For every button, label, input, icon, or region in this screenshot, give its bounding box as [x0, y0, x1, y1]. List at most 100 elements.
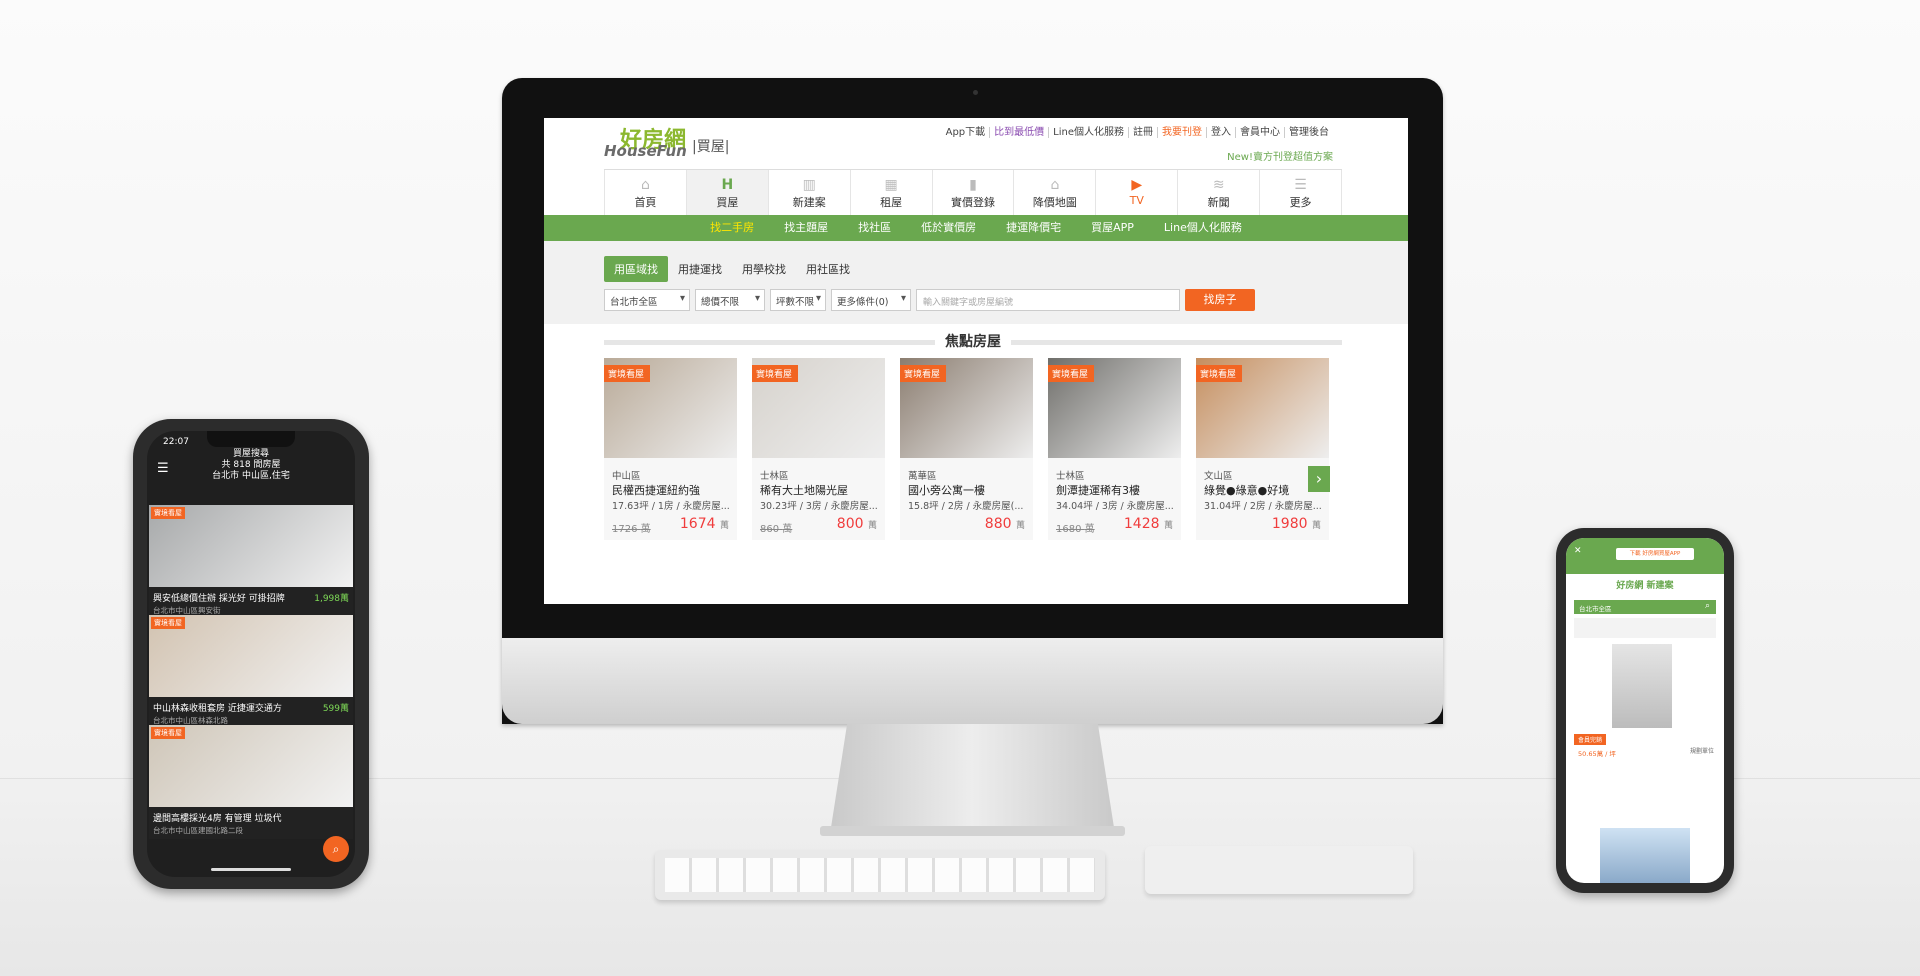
search-title: 買屋搜尋 — [232, 449, 269, 459]
house-photo[interactable]: 實境看屋 — [1196, 358, 1329, 458]
link-register[interactable]: 註冊 — [1128, 127, 1157, 138]
mobile-search-bar[interactable]: 台北市全區 ⌕ — [1574, 600, 1716, 614]
link-post-listing[interactable]: 我要刊登 — [1157, 127, 1206, 138]
listing-address: 台北市中山區建國北路二段 — [153, 826, 243, 835]
subnav-mrt-drop[interactable]: 捷運降價宅 — [1006, 215, 1061, 241]
search-header: 買屋搜尋 共 818 間房屋 台北市 中山區,住宅 — [147, 449, 355, 493]
card-title[interactable]: 國小旁公寓一樓 — [908, 482, 985, 498]
card-old-price: 1726 萬 — [612, 524, 651, 535]
next-arrow-icon[interactable]: › — [1308, 466, 1330, 492]
house-card[interactable]: 實境看屋 士林區 劍潭捷運稀有3樓 34.04坪 / 3房 / 永慶房屋... … — [1048, 358, 1181, 540]
nav-label: 新聞 — [1207, 196, 1230, 209]
keyword-input[interactable]: 輸入關鍵字或房屋編號 — [916, 289, 1180, 311]
tab-by-community[interactable]: 用社區找 — [796, 256, 860, 282]
focus-cards: 實境看屋 中山區 民權西捷運紐約強 17.63坪 / 1房 / 永慶房屋... … — [604, 358, 1329, 540]
card-price: 1674 萬 — [679, 516, 729, 532]
link-admin[interactable]: 管理後台 — [1284, 127, 1333, 138]
tab-by-school[interactable]: 用學校找 — [732, 256, 796, 282]
house-card[interactable]: 實境看屋 文山區 綠覺●綠意●好境 31.04坪 / 2房 / 永慶房屋... … — [1196, 358, 1329, 540]
card-spec: 17.63坪 / 1房 / 永慶房屋... — [612, 501, 730, 512]
nav-more[interactable]: ☰ 更多 — [1259, 170, 1343, 215]
house-down-icon: ⌂ — [1050, 177, 1060, 193]
size-select[interactable]: 坪數不限 — [770, 289, 826, 311]
logo-en[interactable]: HouseFun — [604, 142, 687, 160]
right-phone-screen: ✕ 下載 好房網買屋APP 好房網 新建案 台北市全區 ⌕ 會員完銷 50.65萬… — [1566, 538, 1724, 883]
hot-badge: 會員完銷 — [1574, 734, 1607, 745]
nav-price-register[interactable]: ▮ 實價登錄 — [931, 170, 1014, 215]
building-image-2[interactable] — [1600, 828, 1690, 883]
link-login[interactable]: 登入 — [1206, 127, 1235, 138]
house-card[interactable]: 實境看屋 士林區 稀有大土地陽光屋 30.23坪 / 3房 / 永慶房屋... … — [752, 358, 885, 540]
house-photo[interactable]: 實境看屋 — [752, 358, 885, 458]
right-phone: ✕ 下載 好房網買屋APP 好房網 新建案 台北市全區 ⌕ 會員完銷 50.65萬… — [1556, 528, 1734, 893]
hamburger-icon[interactable]: ☰ — [157, 461, 169, 476]
card-spec: 15.8坪 / 2房 / 永慶房屋(... — [908, 501, 1024, 512]
listing-card[interactable]: 實境看屋 興安低總價住辦 採光好 可掛招牌1,998萬 台北市中山區興安街 總坪… — [149, 505, 353, 630]
nav-new-projects[interactable]: ▥ 新建案 — [767, 170, 850, 215]
bar-chart-icon: ▮ — [969, 177, 977, 193]
card-title[interactable]: 稀有大土地陽光屋 — [760, 482, 848, 498]
nav-label: 買屋 — [716, 196, 739, 209]
link-lowest-price[interactable]: 比到最低價 — [989, 127, 1049, 138]
nav-news[interactable]: ≋ 新聞 — [1177, 170, 1259, 215]
subnav-line[interactable]: Line個人化服務 — [1164, 215, 1242, 241]
card-title[interactable]: 劍潭捷運稀有3樓 — [1056, 482, 1140, 498]
more-filters-select[interactable]: 更多條件(0) — [831, 289, 911, 311]
subnav-community[interactable]: 找社區 — [858, 215, 891, 241]
link-line-service[interactable]: Line個人化服務 — [1048, 127, 1128, 138]
area-select[interactable]: 台北市全區 — [604, 289, 690, 311]
promo-link[interactable]: New!賣方刊登超值方案 — [1227, 148, 1333, 163]
search-panel: 用區域找 用捷運找 用學校找 用社區找 台北市全區 總價不限 坪數不限 更多條件… — [544, 241, 1408, 324]
left-phone: 22:07 買屋搜尋 共 818 間房屋 台北市 中山區,住宅 ☰ 實境看屋 興… — [133, 419, 369, 889]
listing-card[interactable]: 實境看屋 中山林森收租套房 近捷運交通方599萬 台北市中山區林森北路 總坪數1… — [149, 615, 353, 740]
link-app-download[interactable]: App下載 — [942, 127, 990, 138]
find-house-button[interactable]: 找房子 — [1185, 289, 1255, 311]
listing-photo[interactable]: 實境看屋 — [149, 725, 353, 807]
close-icon[interactable]: ✕ — [1574, 546, 1582, 556]
link-member-center[interactable]: 會員中心 — [1235, 127, 1284, 138]
app-download-button[interactable]: 下載 好房網買屋APP — [1616, 548, 1694, 560]
nav-tv[interactable]: ▶ TV — [1095, 170, 1177, 215]
card-title[interactable]: 民權西捷運紐約強 — [612, 482, 700, 498]
left-phone-screen: 22:07 買屋搜尋 共 818 間房屋 台北市 中山區,住宅 ☰ 實境看屋 興… — [147, 431, 355, 877]
subnav-below-price[interactable]: 低於實價房 — [921, 215, 976, 241]
card-title[interactable]: 綠覺●綠意●好境 — [1204, 482, 1289, 498]
card-spec: 34.04坪 / 3房 / 永慶房屋... — [1056, 501, 1174, 512]
nav-label: 租屋 — [880, 196, 903, 209]
card-price: 1980 萬 — [1271, 516, 1321, 532]
house-photo[interactable]: 實境看屋 — [1048, 358, 1181, 458]
subnav-second-hand[interactable]: 找二手房 — [710, 215, 754, 241]
card-old-price: 860 萬 — [760, 524, 793, 535]
ad-banner[interactable] — [1574, 618, 1716, 638]
listing-photo[interactable]: 實境看屋 — [149, 505, 353, 587]
nav-home[interactable]: ⌂ 首頁 — [604, 170, 686, 215]
subnav-theme-house[interactable]: 找主題屋 — [784, 215, 828, 241]
search-fab-icon[interactable]: ⌕ — [323, 836, 349, 862]
rss-icon: ≋ — [1212, 177, 1225, 193]
house-card[interactable]: 實境看屋 中山區 民權西捷運紐約強 17.63坪 / 1房 / 永慶房屋... … — [604, 358, 737, 540]
listing-photo[interactable]: 實境看屋 — [149, 615, 353, 697]
desktop-screen: 好房網 HouseFun |買屋| App下載 比到最低價 Line個人化服務 註冊我… — [544, 118, 1408, 604]
price-select[interactable]: 總價不限 — [695, 289, 765, 311]
nav-label: 降價地圖 — [1032, 196, 1077, 209]
building-image[interactable] — [1610, 642, 1674, 730]
nav-rent[interactable]: ▦ 租屋 — [849, 170, 932, 215]
app-banner: ✕ 下載 好房網買屋APP — [1566, 538, 1724, 574]
mobile-logo[interactable]: 好房網 新建案 — [1566, 578, 1724, 591]
trackpad — [1145, 846, 1413, 894]
result-count: 共 818 間房屋 — [221, 460, 281, 470]
header: 好房網 HouseFun |買屋| App下載 比到最低價 Line個人化服務 註冊我… — [544, 118, 1408, 168]
card-price: 800 萬 — [836, 516, 877, 532]
search-icon[interactable]: ⌕ — [1705, 601, 1710, 611]
search-location: 台北市 中山區,住宅 — [212, 471, 290, 481]
nav-buy[interactable]: H 買屋 — [685, 170, 768, 215]
listing-card[interactable]: 實境看屋 邊間高樓採光4房 有管理 垃圾代 台北市中山區建國北路二段 — [149, 725, 353, 839]
tab-by-area[interactable]: 用區域找 — [604, 256, 668, 282]
house-photo[interactable]: 實境看屋 — [900, 358, 1033, 458]
tab-by-mrt[interactable]: 用捷運找 — [668, 256, 732, 282]
subnav-app[interactable]: 買屋APP — [1091, 215, 1134, 241]
vr-badge: 實境看屋 — [151, 727, 185, 739]
nav-price-drop-map[interactable]: ⌂ 降價地圖 — [1013, 170, 1095, 215]
house-card[interactable]: 實境看屋 萬華區 國小旁公寓一樓 15.8坪 / 2房 / 永慶房屋(... 8… — [900, 358, 1033, 540]
house-photo[interactable]: 實境看屋 — [604, 358, 737, 458]
